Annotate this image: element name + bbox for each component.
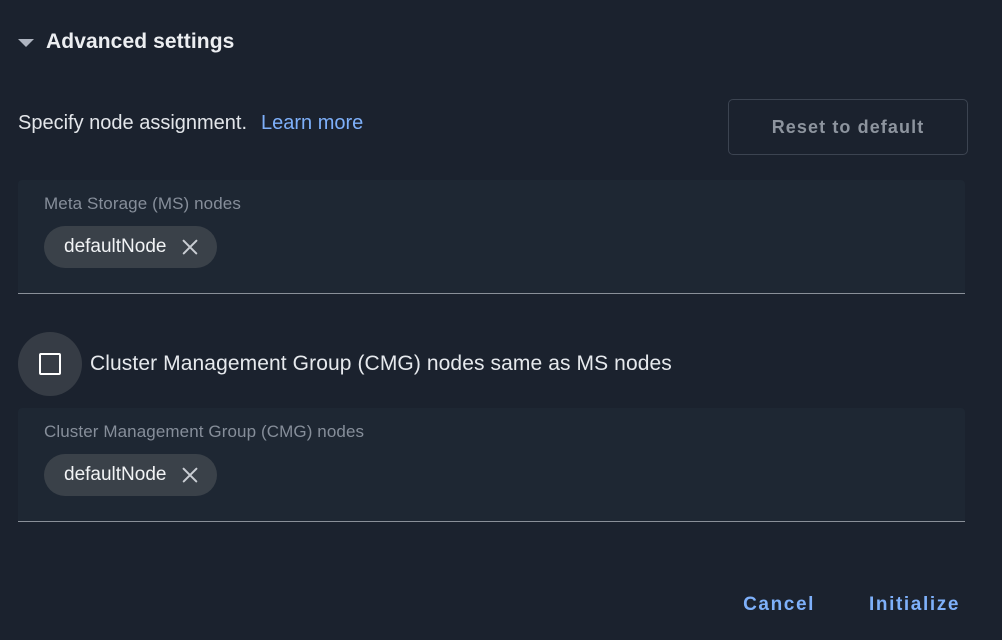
close-icon[interactable] <box>180 466 199 485</box>
node-chip-label: defaultNode <box>64 464 167 485</box>
cmg-nodes-field[interactable]: Cluster Management Group (CMG) nodes def… <box>18 408 965 522</box>
node-chip-label: defaultNode <box>64 236 167 257</box>
cmg-same-as-ms-label: Cluster Management Group (CMG) nodes sam… <box>90 352 672 375</box>
page-title: Advanced settings <box>46 30 235 53</box>
cancel-button[interactable]: Cancel <box>729 584 829 626</box>
cmg-chip-list: defaultNode <box>44 454 939 496</box>
meta-storage-nodes-label: Meta Storage (MS) nodes <box>44 194 241 213</box>
meta-storage-nodes-field[interactable]: Meta Storage (MS) nodes defaultNode <box>18 180 965 294</box>
close-icon[interactable] <box>180 238 199 257</box>
cmg-nodes-label: Cluster Management Group (CMG) nodes <box>44 422 365 441</box>
node-chip[interactable]: defaultNode <box>44 454 218 496</box>
checkbox-square-icon <box>39 353 61 375</box>
dialog-actions: Cancel Initialize <box>729 584 974 626</box>
initialize-button[interactable]: Initialize <box>855 584 974 626</box>
meta-storage-chip-list: defaultNode <box>44 226 939 268</box>
chevron-down-icon <box>18 39 34 47</box>
description-text: Specify node assignment. <box>18 112 248 134</box>
description-row: Specify node assignment. Learn more <box>18 112 363 135</box>
cmg-same-as-ms-checkbox-row[interactable]: Cluster Management Group (CMG) nodes sam… <box>18 332 672 396</box>
advanced-settings-header[interactable]: Advanced settings <box>18 30 234 54</box>
reset-to-default-button[interactable]: Reset to default <box>728 99 968 155</box>
node-chip[interactable]: defaultNode <box>44 226 218 268</box>
learn-more-link[interactable]: Learn more <box>261 112 363 135</box>
cmg-same-as-ms-checkbox[interactable] <box>18 332 82 396</box>
